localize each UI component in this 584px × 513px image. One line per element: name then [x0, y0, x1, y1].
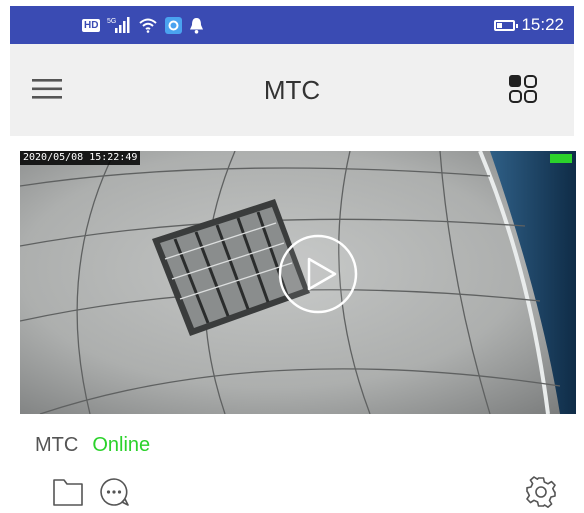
- device-name: MTC: [35, 434, 79, 456]
- status-icons-right: 15:22: [494, 14, 564, 36]
- wifi-icon: [139, 18, 158, 33]
- app-notification-icon: [165, 16, 183, 34]
- play-circle-icon[interactable]: [277, 233, 359, 315]
- device-info: MTC Online: [35, 434, 150, 457]
- gear-icon[interactable]: [525, 476, 557, 508]
- battery-icon: [494, 19, 519, 31]
- signal-indicator: [550, 154, 572, 163]
- network-type-label: 5G: [107, 18, 116, 25]
- camera-timestamp: 2020/05/08 15:22:49: [20, 151, 141, 165]
- camera-preview[interactable]: 2020/05/08 15:22:49: [20, 151, 576, 414]
- device-status: Online: [92, 434, 151, 456]
- bell-icon: [190, 17, 204, 34]
- folder-icon[interactable]: [52, 476, 84, 508]
- chat-bubble-icon[interactable]: [98, 476, 130, 508]
- cellular-signal-icon: 5G: [107, 17, 130, 33]
- status-icons-left: HD 5G: [82, 14, 204, 36]
- grid-layout-icon[interactable]: [508, 74, 538, 104]
- hd-badge: HD: [82, 18, 101, 32]
- status-time: 15:22: [521, 15, 564, 34]
- page-title: MTC: [263, 75, 321, 105]
- app-bar: MTC: [10, 44, 574, 136]
- status-bar: HD 5G 15:22: [10, 6, 574, 44]
